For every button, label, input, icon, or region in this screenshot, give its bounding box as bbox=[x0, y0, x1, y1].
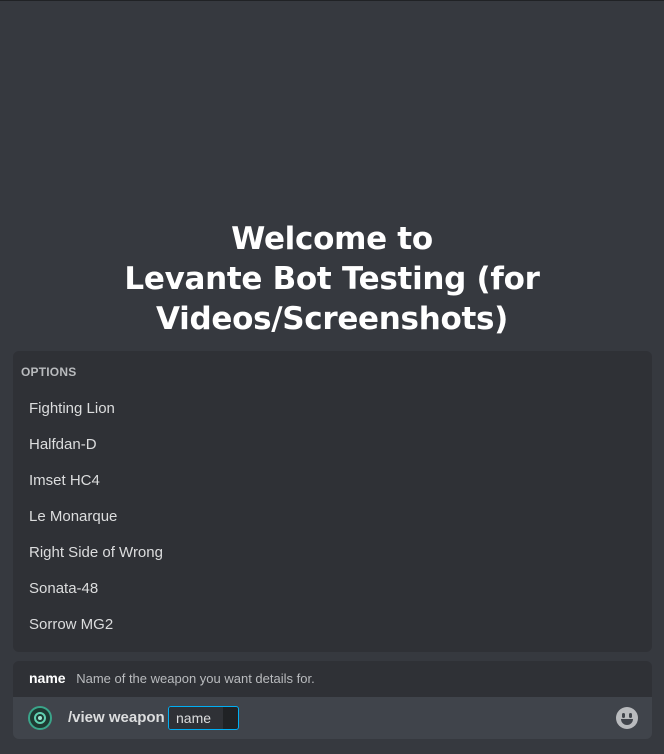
parameter-name: name bbox=[29, 670, 66, 686]
option-item[interactable]: Halfdan-D bbox=[13, 427, 652, 463]
autocomplete-options-panel: OPTIONS Fighting Lion Halfdan-D Imset HC… bbox=[13, 351, 652, 652]
parameter-input[interactable]: name bbox=[168, 706, 239, 730]
welcome-heading: Welcome to Levante Bot Testing (for Vide… bbox=[0, 219, 664, 339]
option-item[interactable]: Right Side of Wrong bbox=[13, 535, 652, 571]
welcome-line-3: Videos/Screenshots) bbox=[155, 301, 509, 337]
welcome-line-1: Welcome to bbox=[231, 221, 433, 257]
option-item[interactable]: Imset HC4 bbox=[13, 463, 652, 499]
emoji-smile-icon[interactable] bbox=[616, 707, 638, 729]
slash-command[interactable]: /view weapon bbox=[68, 709, 165, 726]
option-list: Fighting Lion Halfdan-D Imset HC4 Le Mon… bbox=[13, 391, 652, 643]
option-item[interactable]: Fighting Lion bbox=[13, 391, 652, 427]
parameter-description: Name of the weapon you want details for. bbox=[76, 671, 315, 686]
option-item[interactable]: Sorrow MG2 bbox=[13, 607, 652, 643]
option-item[interactable]: Sonata-48 bbox=[13, 571, 652, 607]
message-input-bar[interactable]: /view weapon name bbox=[13, 697, 652, 739]
parameter-hint: name Name of the weapon you want details… bbox=[13, 661, 652, 697]
chat-window: Welcome to Levante Bot Testing (for Vide… bbox=[0, 0, 664, 754]
parameter-input-label: name bbox=[169, 707, 223, 729]
welcome-line-2: Levante Bot Testing (for bbox=[124, 261, 540, 297]
options-header: OPTIONS bbox=[21, 365, 77, 379]
option-item[interactable]: Le Monarque bbox=[13, 499, 652, 535]
bot-avatar-icon bbox=[28, 706, 52, 730]
